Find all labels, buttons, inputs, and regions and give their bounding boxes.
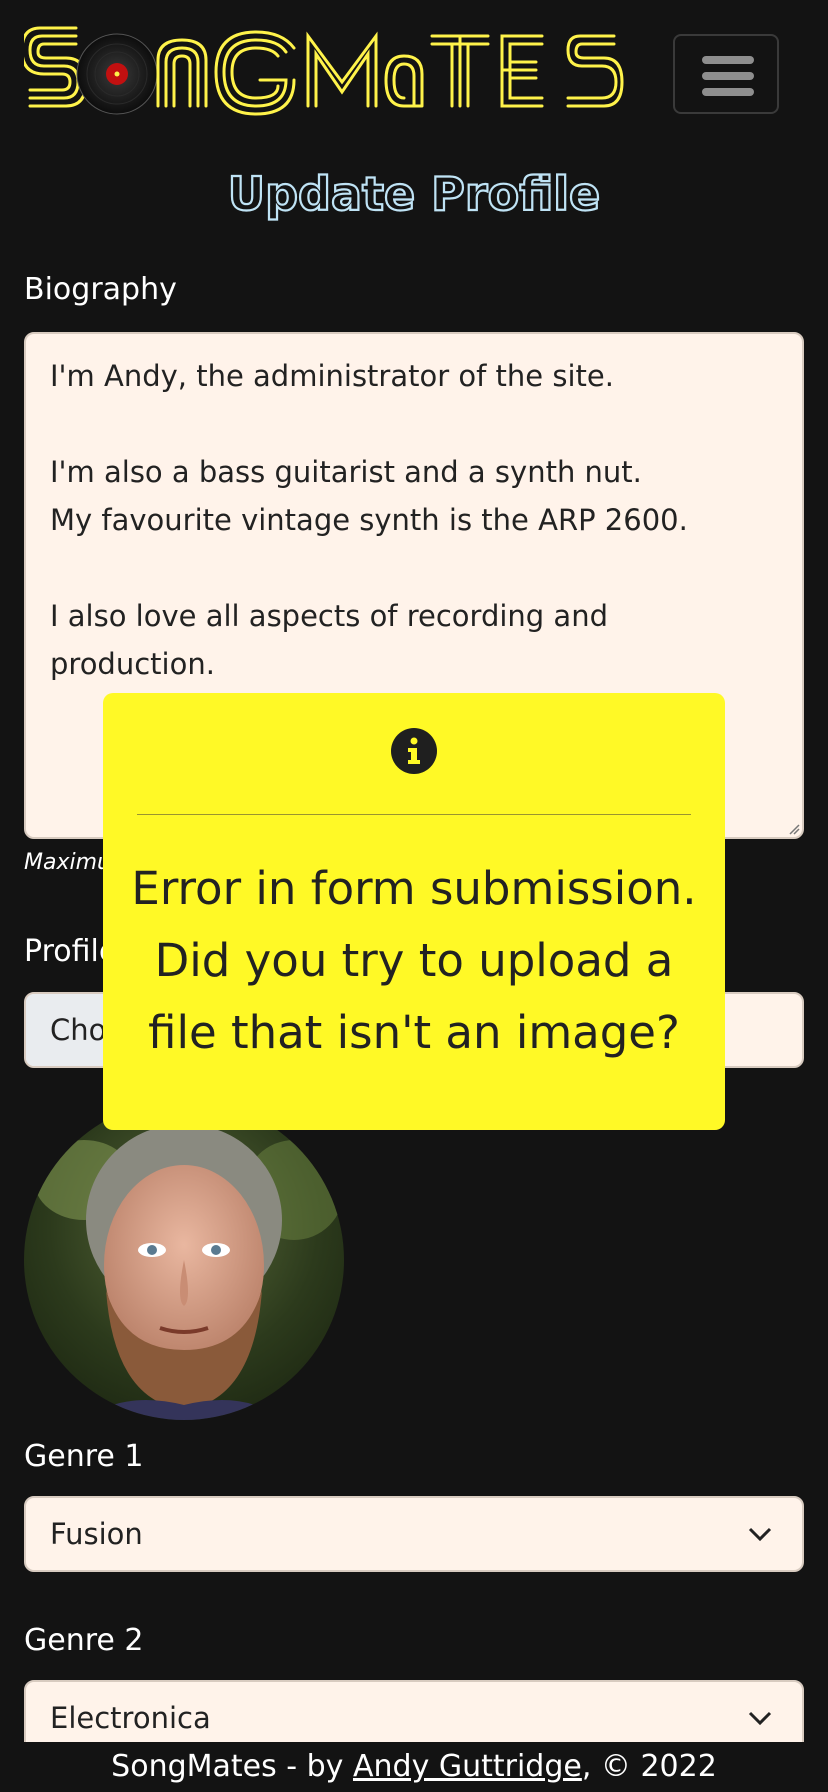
chevron-down-icon — [748, 1527, 772, 1542]
footer-suffix: , © 2022 — [581, 1749, 717, 1784]
hamburger-menu-icon-bar — [702, 72, 754, 80]
page-title-wrap: Update Profile — [0, 150, 828, 240]
resize-grip-icon[interactable] — [788, 823, 800, 835]
biography-label: Biography — [24, 272, 177, 307]
avatar-photo — [24, 1100, 344, 1420]
biography-hint: Maximu — [24, 850, 111, 875]
genre1-label: Genre 1 — [24, 1439, 144, 1474]
modal-message: Error in form submission. Did you try to… — [131, 862, 697, 1059]
footer-prefix: SongMates - by — [111, 1749, 353, 1784]
navbar — [0, 0, 828, 150]
avatar — [24, 1100, 344, 1420]
footer: SongMates - by Andy Guttridge, © 2022 — [0, 1742, 828, 1792]
genre2-label: Genre 2 — [24, 1623, 144, 1658]
genre1-selected-value: Fusion — [50, 1517, 143, 1551]
genre2-selected-value: Electronica — [50, 1701, 211, 1735]
modal-divider — [137, 814, 691, 815]
error-modal: Error in form submission. Did you try to… — [103, 693, 725, 1130]
info-circle-icon — [391, 728, 437, 774]
page-title: Update Profile — [228, 167, 601, 221]
brand-logo[interactable] — [24, 22, 624, 118]
genre1-select[interactable]: Fusion — [24, 1496, 804, 1572]
hamburger-menu-icon — [702, 56, 754, 64]
navbar-toggle-button[interactable] — [673, 34, 779, 114]
hamburger-menu-icon-bar — [702, 88, 754, 96]
page-title-svg: Update Profile — [227, 166, 602, 222]
chevron-down-icon — [748, 1711, 772, 1726]
footer-author-link[interactable]: Andy Guttridge — [353, 1749, 582, 1784]
